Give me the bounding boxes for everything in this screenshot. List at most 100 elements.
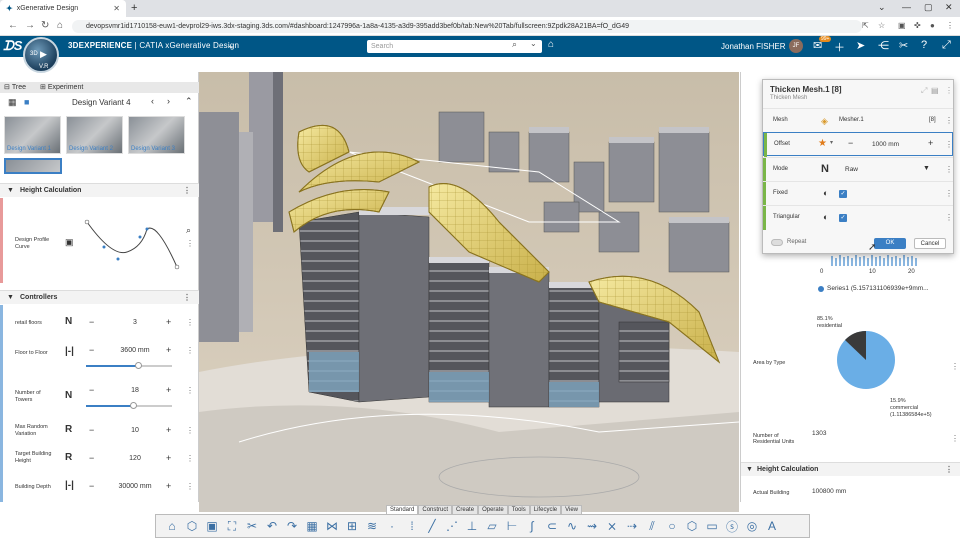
- signal-icon[interactable]: ≋: [364, 519, 380, 533]
- cancel-button[interactable]: Cancel: [914, 238, 946, 249]
- 3d-viewport[interactable]: [199, 72, 739, 512]
- close-window-icon[interactable]: ✕: [945, 2, 953, 13]
- tab-create[interactable]: Create: [452, 505, 479, 514]
- maximize-icon[interactable]: ▢: [924, 2, 933, 13]
- app-title[interactable]: 3DEXPERIENCE | CATIA xGenerative Design: [68, 41, 239, 50]
- collapse-chevron-icon[interactable]: ▼: [746, 463, 753, 477]
- kebab-menu-icon[interactable]: ⋮: [186, 482, 194, 491]
- curve-icon[interactable]: ∿: [564, 519, 580, 533]
- kebab-menu-icon[interactable]: ⋮: [186, 426, 194, 435]
- value-field[interactable]: 30000 mm: [100, 483, 170, 490]
- chevron-down-icon[interactable]: ▼: [923, 165, 930, 172]
- project-icon[interactable]: ⇢: [624, 519, 640, 533]
- extension-icon[interactable]: ▣: [898, 21, 906, 30]
- pin-icon[interactable]: ⤢: [921, 86, 927, 96]
- kebab-menu-icon[interactable]: ⋮: [183, 291, 191, 305]
- compass-play-icon[interactable]: ▶: [40, 49, 47, 60]
- save-icon[interactable]: ▣: [204, 519, 220, 533]
- panel-icon[interactable]: ▤: [931, 86, 939, 95]
- tools-icon[interactable]: ✂: [899, 39, 908, 52]
- axis-icon[interactable]: ⊥: [464, 519, 480, 533]
- tab-lifecycle[interactable]: Lifecycle: [529, 505, 562, 514]
- formula-star-icon[interactable]: ★: [818, 138, 827, 149]
- variant-thumbnail-3[interactable]: Design Variant 3: [128, 116, 185, 154]
- mesh-selection[interactable]: Mesher.1: [839, 117, 864, 123]
- next-variant-icon[interactable]: ›: [167, 96, 170, 106]
- decrement-button[interactable]: −: [848, 138, 853, 148]
- browser-menu-icon[interactable]: ⌄: [878, 2, 886, 13]
- value-field[interactable]: 120: [100, 455, 170, 462]
- hexagon-icon[interactable]: ⬡: [684, 519, 700, 533]
- kebab-menu-icon[interactable]: ⋮: [945, 86, 953, 95]
- tab-operate[interactable]: Operate: [478, 505, 508, 514]
- decrement-button[interactable]: −: [89, 385, 94, 395]
- kebab-menu-icon[interactable]: ⋮: [945, 189, 953, 198]
- area-pie-chart[interactable]: [833, 327, 903, 397]
- kebab-menu-icon[interactable]: ⋮: [945, 140, 953, 149]
- profile-icon[interactable]: ●: [930, 21, 935, 30]
- image-icon[interactable]: ▦: [304, 519, 320, 533]
- decrement-button[interactable]: −: [89, 425, 94, 435]
- spiral-icon[interactable]: ◎: [744, 519, 760, 533]
- previous-variant-icon[interactable]: ‹: [151, 96, 154, 106]
- axis-system-icon[interactable]: ⊢: [504, 519, 520, 533]
- increment-button[interactable]: +: [166, 425, 171, 435]
- user-name[interactable]: Jonathan FISHER: [721, 42, 785, 51]
- repeat-toggle[interactable]: [771, 239, 783, 246]
- collapse-icon[interactable]: ⌃: [185, 96, 193, 107]
- increment-button[interactable]: +: [166, 345, 171, 355]
- offset-value-field[interactable]: 1000 mm: [872, 141, 899, 148]
- kebab-menu-icon[interactable]: ⋮: [951, 434, 959, 443]
- avatar[interactable]: JF: [789, 39, 803, 53]
- kebab-menu-icon[interactable]: ⋮: [945, 463, 953, 477]
- url-input[interactable]: devopsvmr1id1710158-euw1-devprol29-iws.3…: [72, 20, 862, 33]
- cut-icon[interactable]: ✂: [244, 519, 260, 533]
- collapse-chevron-icon[interactable]: ▼: [7, 184, 14, 198]
- decrement-button[interactable]: −: [89, 481, 94, 491]
- increment-button[interactable]: +: [166, 317, 171, 327]
- chevron-down-icon[interactable]: ▾: [830, 139, 833, 146]
- value-field[interactable]: 3: [100, 319, 170, 326]
- number-of-towers-slider[interactable]: [86, 402, 172, 409]
- mode-select[interactable]: Raw: [845, 166, 858, 173]
- bookmark-star-icon[interactable]: ☆: [878, 21, 885, 30]
- kebab-menu-icon[interactable]: ⋮: [945, 165, 953, 174]
- tab-construct[interactable]: Construct: [418, 505, 453, 514]
- kebab-menu-icon[interactable]: ⋮: [945, 213, 953, 222]
- value-field[interactable]: 3600 mm: [100, 347, 170, 354]
- redo-icon[interactable]: ↷: [284, 519, 300, 533]
- puzzle-icon[interactable]: ✜: [914, 21, 921, 30]
- variant-thumbnail-4[interactable]: [4, 158, 62, 174]
- grid-points-icon[interactable]: ⁞: [404, 519, 420, 533]
- help-icon[interactable]: ?: [921, 39, 927, 51]
- browser-tab[interactable]: ✦ xGenerative Design ✕: [0, 0, 126, 17]
- kebab-menu-icon[interactable]: ⋮: [186, 346, 194, 355]
- decrement-button[interactable]: −: [89, 317, 94, 327]
- graph-icon[interactable]: ⋈: [324, 519, 340, 533]
- compass-widget[interactable]: ▶ 3D V.R: [23, 37, 59, 73]
- tab-tools[interactable]: Tools: [507, 505, 530, 514]
- decrement-button[interactable]: −: [89, 345, 94, 355]
- search-options-chevron-icon[interactable]: ⌄: [530, 39, 537, 48]
- mesh-icon[interactable]: ⊞: [344, 519, 360, 533]
- rectangle-icon[interactable]: ▭: [704, 519, 720, 533]
- height-calculation-header[interactable]: ▼ Height Calculation ⋮: [741, 462, 960, 476]
- offset-icon[interactable]: ⫽: [644, 519, 660, 534]
- network-share-icon[interactable]: ⋲: [878, 39, 889, 52]
- profile-curve-graph[interactable]: [82, 217, 182, 277]
- spline-icon[interactable]: ∫: [524, 519, 540, 533]
- triangular-checkbox[interactable]: ✓: [839, 214, 847, 222]
- tab-standard[interactable]: Standard: [386, 505, 419, 514]
- circle-icon[interactable]: ○: [664, 519, 680, 533]
- increment-button[interactable]: +: [166, 385, 171, 395]
- sweep-icon[interactable]: ⇝: [584, 519, 600, 533]
- search-icon[interactable]: ⌕: [512, 39, 517, 50]
- kebab-menu-icon[interactable]: ⋮: [186, 386, 194, 395]
- controllers-header[interactable]: ▼ Controllers ⋮: [0, 290, 199, 304]
- kebab-menu-icon[interactable]: ⋮: [186, 239, 194, 248]
- dashed-line-icon[interactable]: ⋰: [444, 519, 460, 533]
- variant-thumbnail-2[interactable]: Design Variant 2: [66, 116, 123, 154]
- slider-handle[interactable]: [130, 402, 138, 409]
- height-calculation-header[interactable]: ▼ Height Calculation ⋮: [0, 183, 199, 197]
- floor-to-floor-slider[interactable]: [86, 362, 172, 369]
